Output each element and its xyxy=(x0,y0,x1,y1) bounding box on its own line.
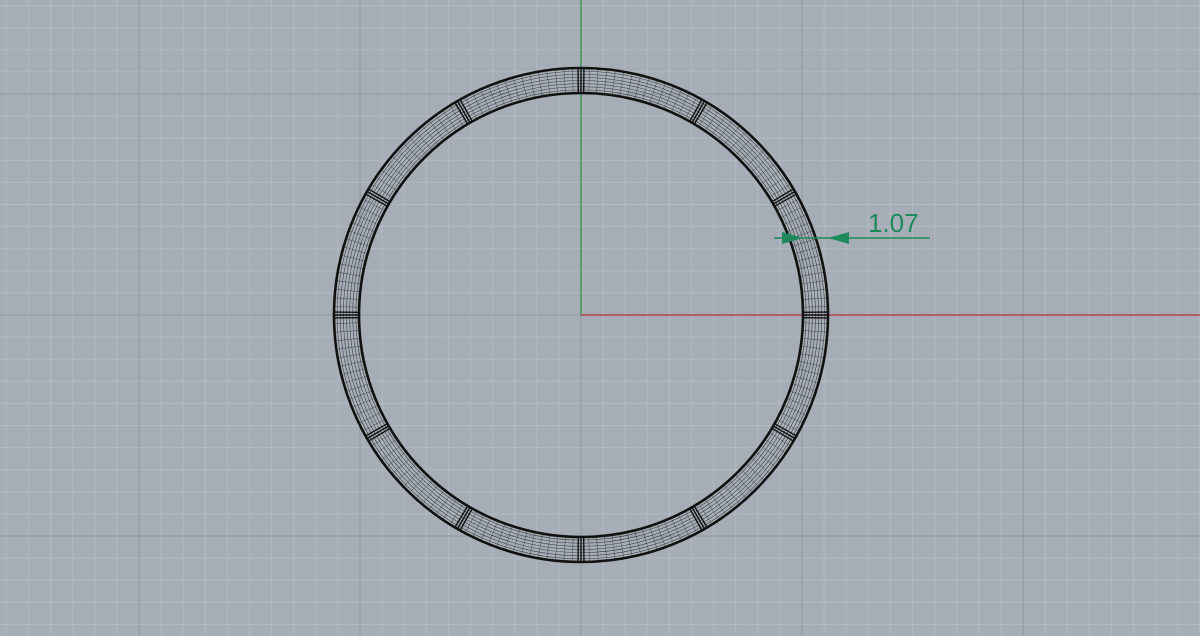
ring-segment-seam xyxy=(456,506,471,530)
ring-mesh-radial xyxy=(750,457,771,474)
ring-segment-seam xyxy=(772,425,796,440)
ring-mesh-radial xyxy=(634,530,641,555)
ring-mesh-radial xyxy=(348,390,373,400)
ring-mesh-radial xyxy=(496,82,506,107)
ring-mesh-radial xyxy=(472,514,484,538)
ring-mesh-radial xyxy=(504,80,513,104)
ring-segment-seam xyxy=(456,100,471,124)
ring-segment-seam xyxy=(772,190,796,205)
ring-mesh-radial xyxy=(723,484,740,505)
ring-mesh-radial xyxy=(341,368,366,375)
ring-mesh-radial xyxy=(796,255,821,262)
ring-mesh-radial xyxy=(415,479,433,499)
dimension-value-label: 1.07 xyxy=(868,208,919,238)
ring-mesh-radial xyxy=(397,463,417,481)
ring-mesh-radial xyxy=(341,255,366,262)
ring-mesh-radial xyxy=(745,149,765,167)
ring-mesh-radial xyxy=(649,80,658,104)
ring-mesh-radial xyxy=(397,149,417,167)
ring-mesh-radial xyxy=(355,214,379,225)
ring-mesh-radial xyxy=(358,412,382,424)
ring-mesh-radial xyxy=(783,214,807,225)
ring-mesh-radial xyxy=(415,131,433,151)
ring-mesh-radial xyxy=(480,89,491,113)
ring-mesh-radial xyxy=(671,89,682,113)
ring-mesh-radial xyxy=(649,526,658,550)
ring-mesh-radial xyxy=(634,75,641,100)
ring-mesh-radial xyxy=(641,77,650,102)
ring-mesh-radial xyxy=(472,92,484,116)
ring-mesh-radial xyxy=(346,238,370,247)
perspective-viewport[interactable]: 1.07 xyxy=(0,0,1200,636)
ring-mesh-radial xyxy=(358,206,382,218)
ring-mesh-radial xyxy=(750,156,771,173)
ring-mesh-radial xyxy=(794,375,819,384)
grid-minor-lines xyxy=(0,0,1200,636)
ring-mesh-radial xyxy=(343,246,368,255)
ring-mesh-radial xyxy=(641,528,650,553)
ring-mesh-radial xyxy=(729,131,747,151)
ring-mesh-radial xyxy=(343,375,368,384)
ring-mesh-radial xyxy=(512,77,521,102)
ring-segment-seam xyxy=(691,100,706,124)
ring-mesh-radial xyxy=(355,405,379,416)
ring-mesh-radial xyxy=(796,368,821,375)
ring-mesh-radial xyxy=(792,383,816,392)
ring-mesh-radial xyxy=(780,412,804,424)
ring-mesh-radial xyxy=(346,383,370,392)
ring-mesh-radial xyxy=(671,517,682,541)
ring-mesh-radial xyxy=(422,484,439,505)
ring-segment-seam xyxy=(691,506,706,530)
dimension-arrow-left-icon xyxy=(782,232,803,244)
grid-major-lines xyxy=(0,0,1200,636)
ring-mesh-radial xyxy=(745,463,765,481)
ring-mesh-radial xyxy=(656,523,666,548)
ring-mesh-radial xyxy=(391,457,412,474)
thickness-dimension[interactable]: 1.07 xyxy=(774,208,930,244)
ring-mesh-radial xyxy=(783,405,807,416)
ring-mesh-radial xyxy=(504,526,513,550)
ring-mesh-radial xyxy=(656,82,666,107)
ring-mesh-radial xyxy=(391,156,412,173)
ring-mesh-radial xyxy=(521,530,528,555)
ring-segment-seam xyxy=(366,190,390,205)
ring-mesh-radial xyxy=(348,230,373,240)
ring-mesh-radial xyxy=(521,75,528,100)
ring-mesh-radial xyxy=(480,517,491,541)
ring-segment-seam xyxy=(366,425,390,440)
ring-mesh-radial xyxy=(496,523,506,548)
ring-mesh-radial xyxy=(794,246,819,255)
ring-mesh-radial xyxy=(678,92,690,116)
ring-mesh-radial xyxy=(789,390,814,400)
ring-mesh-radial xyxy=(723,125,740,146)
ring-mesh-radial xyxy=(512,528,521,553)
ring-mesh-radial xyxy=(422,125,439,146)
ring-mesh-radial xyxy=(729,479,747,499)
ring-mesh-radial xyxy=(780,206,804,218)
ring-mesh-radial xyxy=(678,514,690,538)
dimension-arrow-right-icon xyxy=(828,232,849,244)
